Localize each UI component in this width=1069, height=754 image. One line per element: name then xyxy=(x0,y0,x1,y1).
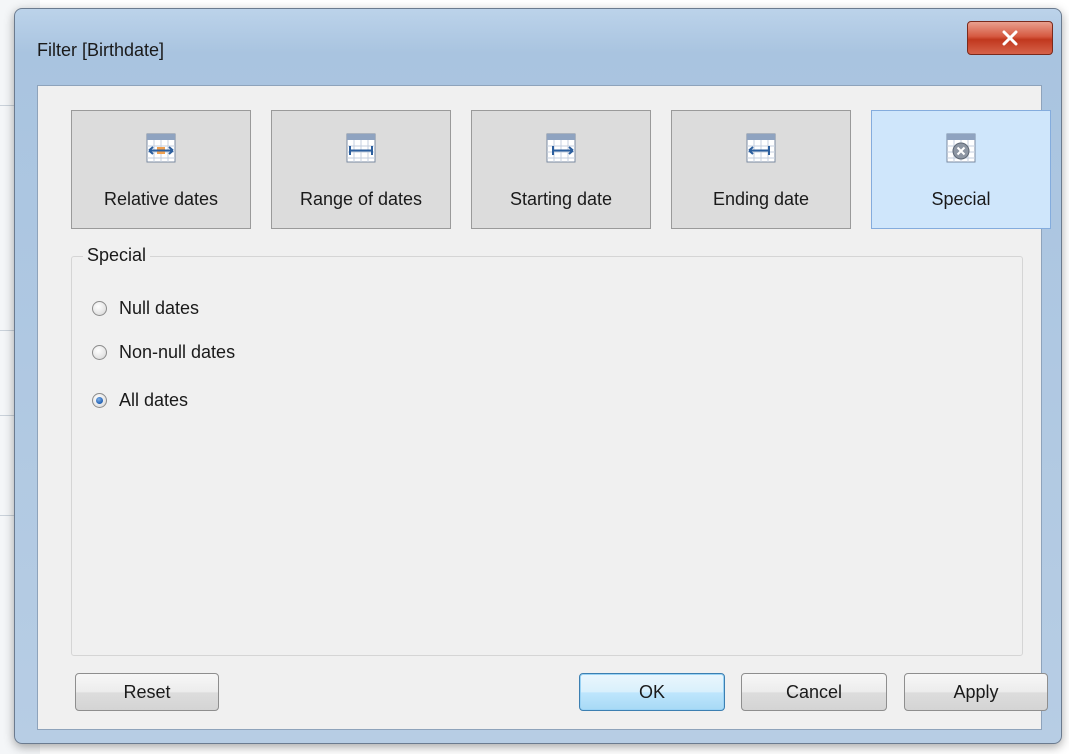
reset-button[interactable]: Reset xyxy=(75,673,219,711)
radio-circle[interactable] xyxy=(92,300,107,316)
tab-starting-date[interactable]: Starting date xyxy=(471,110,651,229)
tab-ending-date[interactable]: Ending date xyxy=(671,110,851,229)
radio-non-null-dates[interactable]: Non-null dates xyxy=(92,340,235,364)
filter-dialog: Filter [Birthdate] Relative dates Range … xyxy=(14,8,1062,744)
tab-label: Ending date xyxy=(712,189,810,209)
relative-dates-icon xyxy=(146,133,176,163)
group-legend: Special xyxy=(83,245,151,266)
dialog-title: Filter [Birthdate] xyxy=(37,40,165,60)
close-icon xyxy=(1002,30,1018,46)
apply-button[interactable]: Apply xyxy=(904,673,1048,711)
radio-null-dates[interactable]: Null dates xyxy=(92,296,199,320)
starting-date-icon xyxy=(546,133,576,163)
tab-label: Starting date xyxy=(509,189,613,209)
dialog-content: Relative dates Range of dates Starting d… xyxy=(37,85,1051,730)
tab-special[interactable]: Special xyxy=(871,110,1051,229)
tab-label: Relative dates xyxy=(103,189,219,209)
close-button[interactable] xyxy=(967,21,1053,55)
tab-label: Special xyxy=(931,189,991,209)
radio-circle[interactable] xyxy=(92,344,107,360)
tab-label: Range of dates xyxy=(299,189,423,209)
radio-label: All dates xyxy=(119,389,189,410)
tab-range-of-dates[interactable]: Range of dates xyxy=(271,110,451,229)
ending-date-icon xyxy=(746,133,776,163)
tab-relative-dates[interactable]: Relative dates xyxy=(71,110,251,229)
radio-label: Non-null dates xyxy=(119,341,236,362)
title-bar[interactable]: Filter [Birthdate] xyxy=(15,9,1061,83)
special-date-icon xyxy=(946,133,976,163)
ok-button[interactable]: OK xyxy=(579,673,725,711)
cancel-button[interactable]: Cancel xyxy=(741,673,887,711)
radio-circle-checked[interactable] xyxy=(92,392,107,408)
radio-label: Null dates xyxy=(119,297,200,318)
radio-all-dates[interactable]: All dates xyxy=(92,388,188,412)
special-options-group: Special Null dates Non-null dates All da… xyxy=(71,245,1023,656)
range-of-dates-icon xyxy=(346,133,376,163)
